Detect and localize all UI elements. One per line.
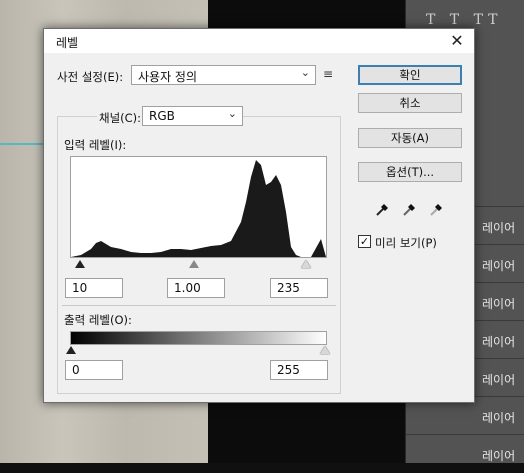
preview-label: 미리 보기(P) [375, 236, 437, 250]
channel-select[interactable]: RGB ⌄ [142, 106, 243, 126]
white-eyedropper-icon[interactable] [428, 200, 446, 218]
layer-row[interactable]: 레이어 [406, 434, 524, 473]
channel-label: 채널(C): [97, 110, 144, 126]
preset-label: 사전 설정(E): [57, 70, 124, 84]
output-black-slider[interactable] [66, 346, 76, 354]
output-white-field[interactable]: 255 [270, 360, 328, 380]
input-gamma-field[interactable]: 1.00 [167, 278, 225, 298]
cancel-button[interactable]: 취소 [358, 93, 462, 113]
preset-options-icon[interactable]: ≡ [323, 67, 339, 81]
output-levels-label: 출력 레벨(O): [64, 313, 132, 327]
close-icon[interactable]: ✕ [446, 31, 468, 51]
preview-checkbox[interactable]: ✓ [358, 235, 371, 248]
section-divider [62, 305, 336, 306]
histogram [70, 156, 327, 258]
input-levels-label: 입력 레벨(I): [64, 138, 127, 152]
chevron-down-icon: ⌄ [227, 107, 237, 120]
input-black-slider[interactable] [75, 260, 85, 268]
input-white-slider[interactable] [301, 260, 311, 268]
black-eyedropper-icon[interactable] [374, 200, 392, 218]
input-black-field[interactable]: 10 [65, 278, 123, 298]
dialog-title: 레벨 [56, 36, 79, 50]
histogram-area [71, 160, 326, 257]
preset-select[interactable]: 사용자 정의 ⌄ [131, 65, 316, 85]
output-white-slider[interactable] [320, 346, 330, 354]
gray-eyedropper-icon[interactable] [401, 200, 419, 218]
output-gradient [70, 331, 327, 345]
ok-button[interactable]: 확인 [358, 65, 462, 85]
histogram-chart [71, 160, 326, 257]
input-gamma-slider[interactable] [189, 260, 199, 268]
options-button[interactable]: 옵션(T)... [358, 162, 462, 182]
auto-button[interactable]: 자동(A) [358, 128, 462, 148]
checkmark-icon: ✓ [359, 235, 370, 248]
title-bar: 레벨 ✕ [44, 29, 474, 53]
output-black-field[interactable]: 0 [65, 360, 123, 380]
chevron-down-icon: ⌄ [300, 66, 310, 79]
levels-dialog: 레벨 ✕ 사전 설정(E): 사용자 정의 ⌄ ≡ 채널(C): RGB ⌄ 입… [43, 28, 475, 403]
input-white-field[interactable]: 235 [270, 278, 328, 298]
